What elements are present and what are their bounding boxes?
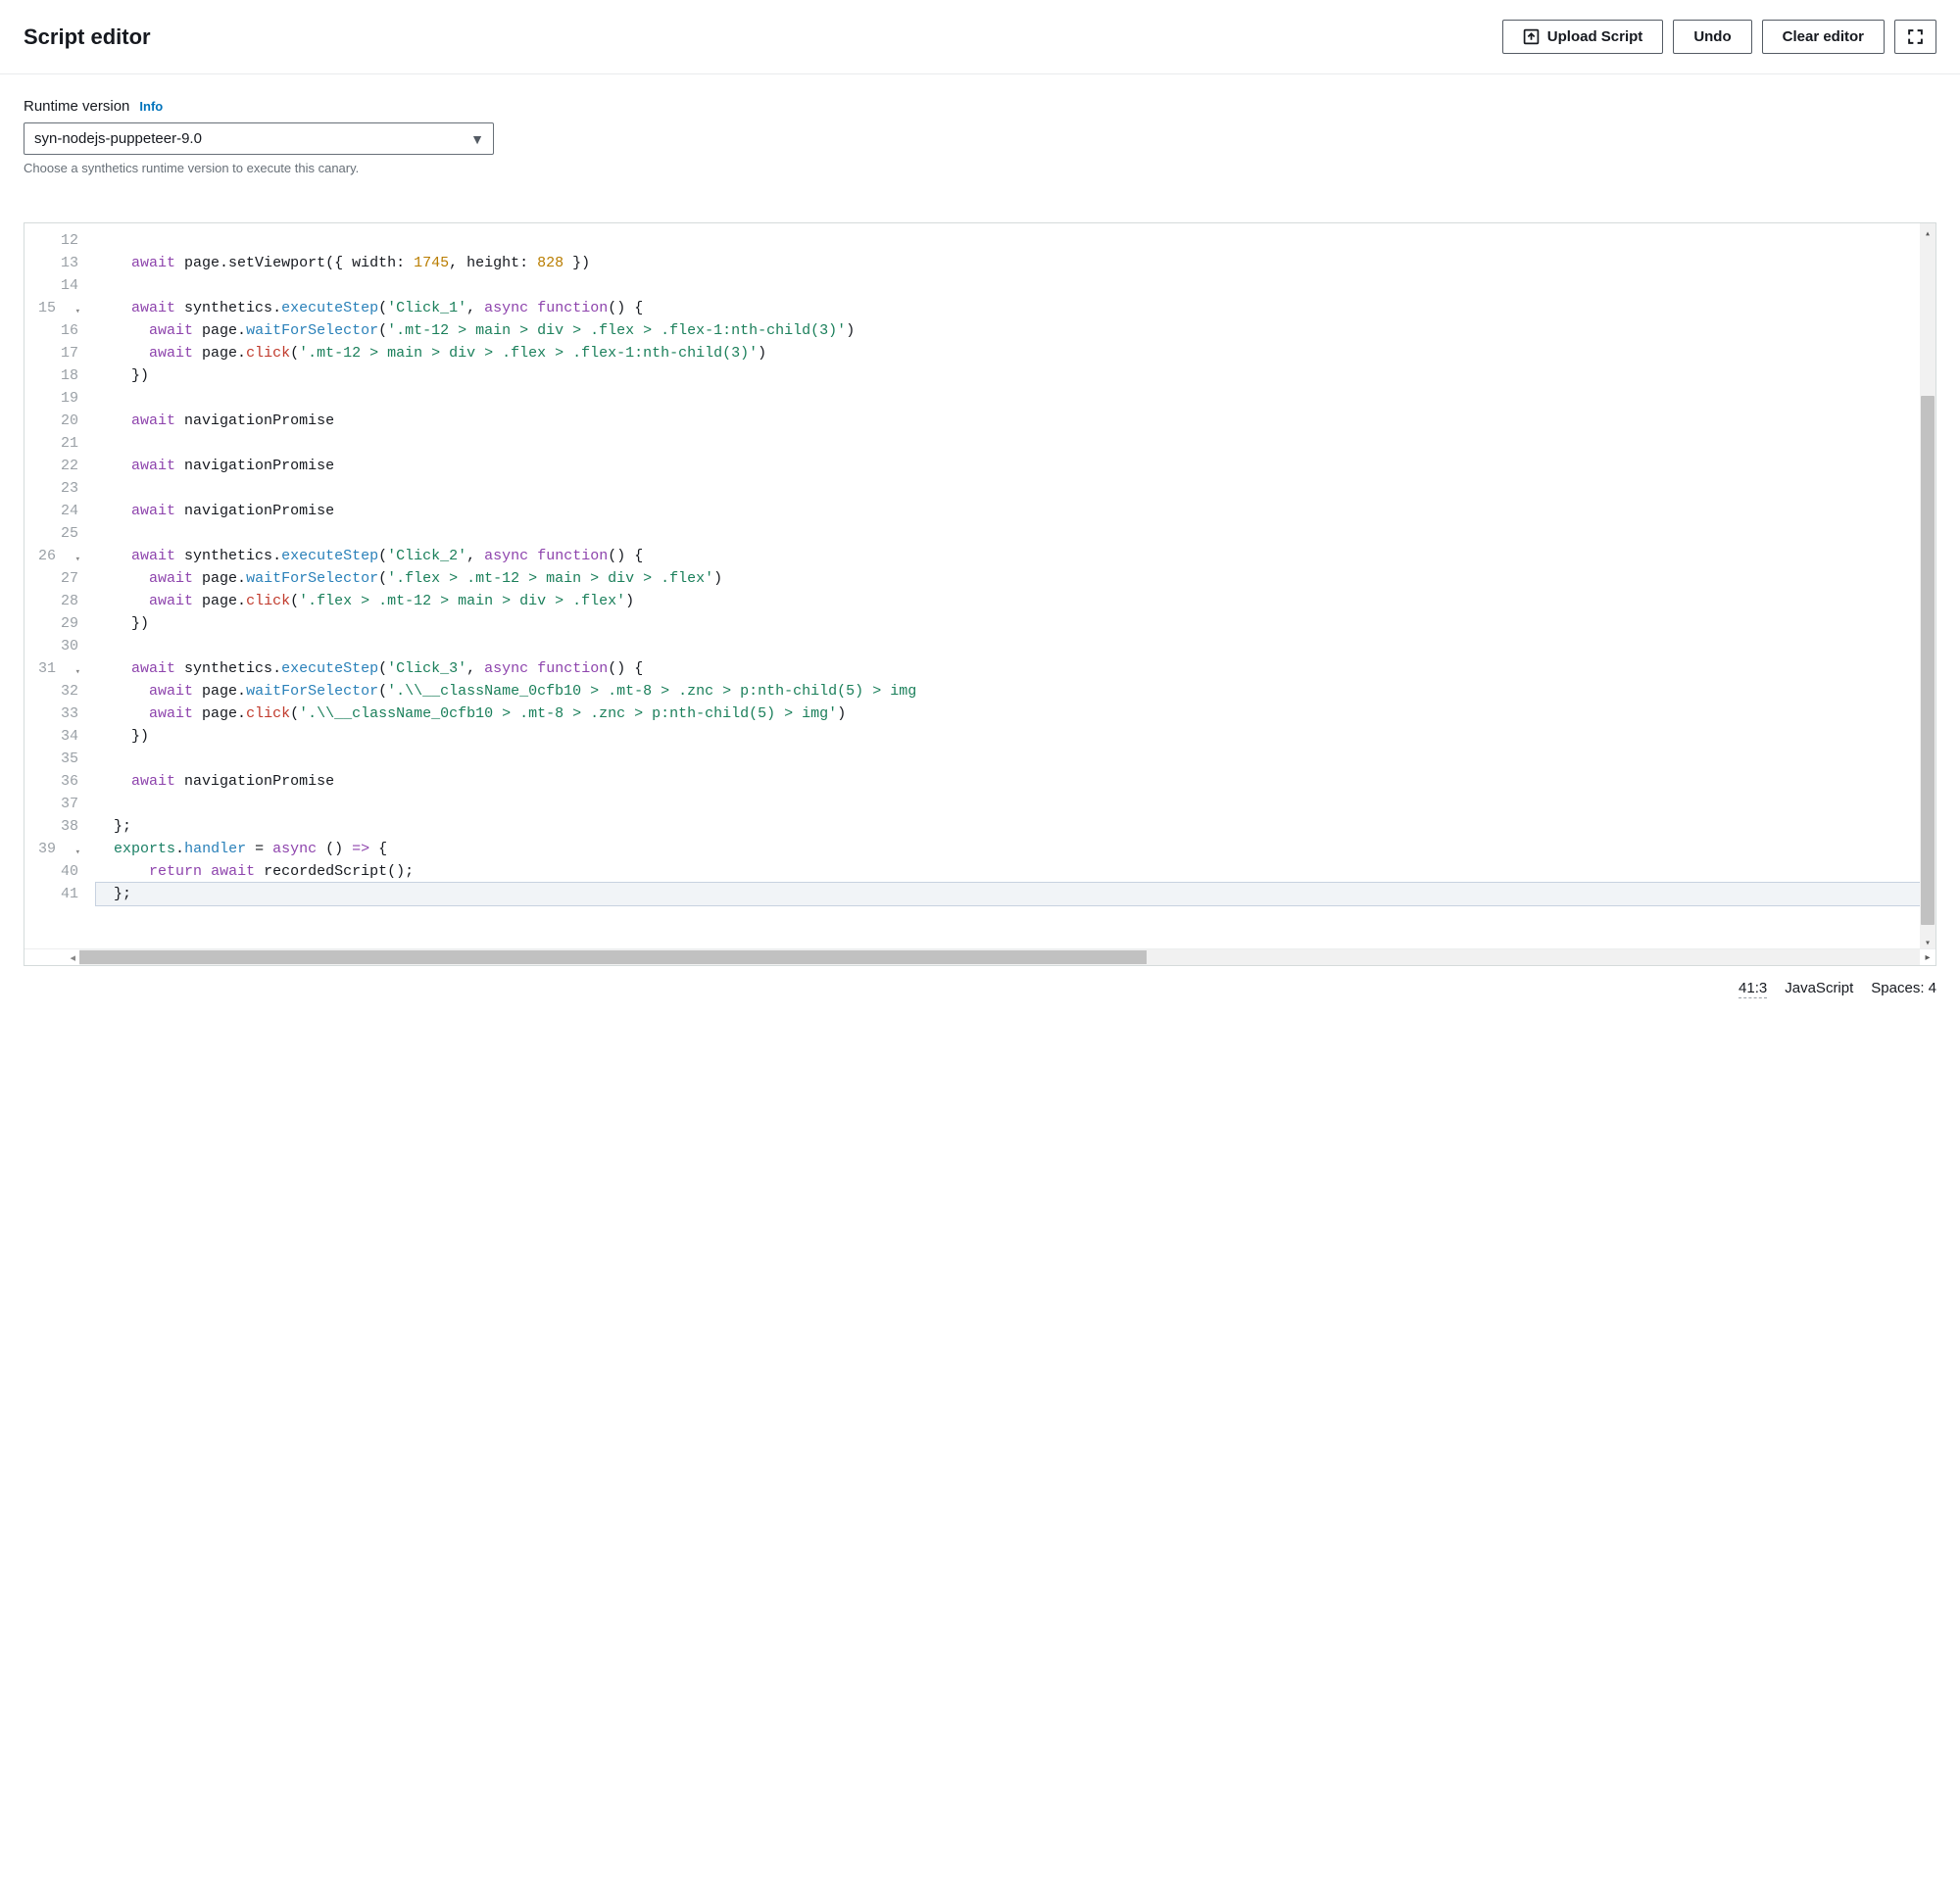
code-line[interactable] [96,387,1920,410]
upload-icon [1523,28,1540,45]
code-line[interactable] [96,274,1920,297]
line-number: 16 [38,319,78,342]
line-number: 38 [38,815,78,838]
line-number: 37 [38,793,78,815]
code-line[interactable]: await page.click('.flex > .mt-12 > main … [96,590,1920,612]
line-number: 25 [38,522,78,545]
editor-statusbar: 41:3 JavaScript Spaces: 4 [0,974,1960,1016]
code-line[interactable]: await synthetics.executeStep('Click_3', … [96,657,1920,680]
vscroll-track[interactable] [1920,239,1936,933]
line-number: 18 [38,364,78,387]
upload-label: Upload Script [1547,28,1643,45]
line-number: 27 [38,567,78,590]
code-line[interactable]: await navigationPromise [96,500,1920,522]
code-line[interactable]: await synthetics.executeStep('Click_1', … [96,297,1920,319]
line-number: 30 [38,635,78,657]
clear-label: Clear editor [1783,28,1864,45]
code-line[interactable] [96,477,1920,500]
line-number: 21 [38,432,78,455]
code-line[interactable] [96,522,1920,545]
runtime-hint: Choose a synthetics runtime version to e… [24,161,1936,175]
code-editor[interactable]: 12131415 ▾1617181920212223242526 ▾272829… [24,222,1936,966]
hscroll-left-icon[interactable]: ◂ [24,949,79,965]
line-number: 28 [38,590,78,612]
line-number: 19 [38,387,78,410]
editor-language[interactable]: JavaScript [1785,980,1853,998]
scroll-down-icon[interactable]: ▾ [1920,933,1936,948]
code-line[interactable]: }) [96,725,1920,748]
line-number: 40 [38,860,78,883]
line-number: 17 [38,342,78,364]
line-number: 26 ▾ [38,545,78,567]
upload-script-button[interactable]: Upload Script [1502,20,1664,54]
runtime-info-link[interactable]: Info [139,99,163,114]
runtime-select-wrap: ▼ [24,122,494,155]
line-number: 24 [38,500,78,522]
code-line[interactable]: return await recordedScript(); [96,860,1920,883]
header-actions: Upload Script Undo Clear editor [1502,20,1936,54]
clear-editor-button[interactable]: Clear editor [1762,20,1885,54]
undo-label: Undo [1693,28,1731,45]
code-line[interactable]: await navigationPromise [96,410,1920,432]
horizontal-scrollbar-row: ◂ ▸ [24,948,1936,965]
line-number: 22 [38,455,78,477]
code-line[interactable]: }; [96,883,1920,905]
code-line[interactable] [96,229,1920,252]
undo-button[interactable]: Undo [1673,20,1751,54]
code-line[interactable] [96,748,1920,770]
editor-indent[interactable]: Spaces: 4 [1871,980,1936,998]
runtime-select[interactable] [24,122,494,155]
horizontal-scrollbar[interactable]: ▸ [79,949,1920,965]
vscroll-thumb[interactable] [1921,396,1935,925]
line-number: 39 ▾ [38,838,78,860]
code-line[interactable]: await navigationPromise [96,770,1920,793]
code-line[interactable]: await page.click('.\\__className_0cfb10 … [96,703,1920,725]
line-number: 34 [38,725,78,748]
scroll-up-icon[interactable]: ▴ [1920,223,1936,239]
code-line[interactable]: await page.waitForSelector('.\\__classNa… [96,680,1920,703]
line-number: 32 [38,680,78,703]
line-number: 33 [38,703,78,725]
code-line[interactable]: }) [96,364,1920,387]
code-line[interactable] [96,635,1920,657]
code-line[interactable]: }; [96,815,1920,838]
code-line[interactable]: }) [96,612,1920,635]
code-line[interactable]: exports.handler = async () => { [96,838,1920,860]
page-title: Script editor [24,24,151,50]
line-number: 14 [38,274,78,297]
line-gutter: 12131415 ▾1617181920212223242526 ▾272829… [24,223,88,948]
cursor-position[interactable]: 41:3 [1739,980,1767,998]
code-line[interactable] [96,432,1920,455]
fullscreen-icon [1907,28,1924,45]
code-line[interactable] [96,793,1920,815]
code-line[interactable]: await page.waitForSelector('.mt-12 > mai… [96,319,1920,342]
fullscreen-button[interactable] [1894,20,1936,54]
code-line[interactable]: await synthetics.executeStep('Click_2', … [96,545,1920,567]
hscroll-right-icon[interactable]: ▸ [1920,949,1936,965]
runtime-section: Runtime version Info ▼ Choose a syntheti… [0,74,1960,199]
line-number: 36 [38,770,78,793]
code-line[interactable]: await page.click('.mt-12 > main > div > … [96,342,1920,364]
line-number: 23 [38,477,78,500]
line-number: 20 [38,410,78,432]
code-line[interactable]: await navigationPromise [96,455,1920,477]
line-number: 12 [38,229,78,252]
runtime-label: Runtime version [24,98,129,115]
code-area[interactable]: await page.setViewport({ width: 1745, he… [88,223,1920,948]
hscroll-thumb[interactable] [79,950,1147,964]
line-number: 31 ▾ [38,657,78,680]
vertical-scrollbar[interactable]: ▴ ▾ [1920,223,1936,948]
line-number: 35 [38,748,78,770]
line-number: 29 [38,612,78,635]
code-line[interactable]: await page.waitForSelector('.flex > .mt-… [96,567,1920,590]
line-number: 41 [38,883,78,905]
header-bar: Script editor Upload Script Undo Clear e… [0,0,1960,74]
line-number: 15 ▾ [38,297,78,319]
code-line[interactable]: await page.setViewport({ width: 1745, he… [96,252,1920,274]
line-number: 13 [38,252,78,274]
runtime-label-row: Runtime version Info [24,98,1936,115]
